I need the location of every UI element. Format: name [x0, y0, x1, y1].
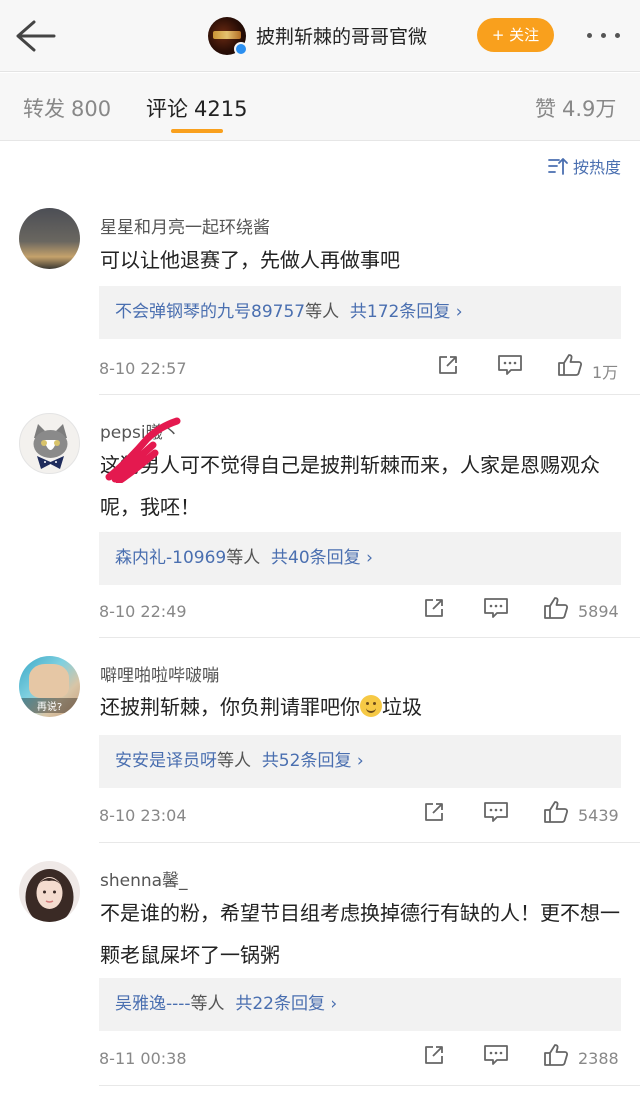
- comment-actions: 1万: [0, 353, 640, 383]
- sort-by-hot-button[interactable]: 按热度: [547, 154, 621, 178]
- share-icon[interactable]: [436, 353, 460, 377]
- reply-users: 不会弹钢琴的九号89757: [115, 302, 306, 322]
- comment-actions: 5894: [0, 596, 640, 626]
- active-tab-indicator: [171, 129, 223, 133]
- divider: [99, 637, 640, 638]
- comment-username[interactable]: 星星和月亮一起环绕酱: [100, 213, 270, 238]
- comment-text: 还披荆斩棘，你负荆请罪吧你 垃圾: [100, 695, 422, 719]
- avatar-caption: 再说?: [19, 698, 80, 713]
- comment-actions: 5439: [0, 800, 640, 830]
- cat-avatar-icon: [33, 424, 68, 469]
- comment-icon[interactable]: [483, 800, 509, 824]
- reply-count: 共52条回复 ›: [261, 751, 364, 771]
- share-icon[interactable]: [422, 800, 446, 824]
- reply-count: 共40条回复 ›: [271, 548, 373, 568]
- divider: [99, 1085, 640, 1086]
- reply-summary[interactable]: 不会弹钢琴的九号89757等人 共172条回复 ›: [99, 286, 621, 339]
- reply-summary[interactable]: 安安是译员呀等人 共52条回复 ›: [99, 735, 621, 788]
- reply-mid: 等人: [190, 994, 225, 1014]
- back-arrow-icon[interactable]: [14, 18, 56, 54]
- comment-username[interactable]: 噼哩啪啦哔啵嘣: [100, 661, 219, 686]
- user-avatar[interactable]: [19, 413, 80, 474]
- sort-bar: 按热度: [0, 142, 640, 190]
- like-count: 1万: [592, 363, 619, 382]
- verified-badge-icon: [234, 42, 248, 56]
- tab-likes[interactable]: 赞 4.9万: [535, 93, 616, 123]
- share-icon[interactable]: [422, 596, 446, 620]
- reply-mid: 等人: [226, 548, 261, 568]
- like-count: 5894: [578, 602, 619, 621]
- reply-users: 吴雅逸----: [115, 994, 191, 1014]
- reply-mid: 等人: [305, 302, 340, 322]
- reply-mid: 等人: [217, 751, 251, 771]
- smile-emoji-icon: [360, 695, 382, 717]
- user-avatar[interactable]: [19, 208, 80, 269]
- comment-actions: 2388: [0, 1043, 640, 1073]
- reply-summary[interactable]: 吴雅逸----等人 共22条回复 ›: [99, 978, 621, 1031]
- reply-count: 共172条回复 ›: [349, 302, 463, 322]
- account-name[interactable]: 披荆斩棘的哥哥官微: [256, 22, 427, 49]
- like-icon[interactable]: [543, 800, 569, 824]
- comment-icon[interactable]: [483, 1043, 509, 1067]
- reply-users: 安安是译员呀: [115, 751, 217, 771]
- follow-button[interactable]: + 关注: [477, 18, 554, 52]
- comment-username[interactable]: shenna馨_: [100, 866, 188, 891]
- top-bar: 披荆斩棘的哥哥官微 + 关注: [0, 0, 640, 72]
- more-options-icon[interactable]: [584, 25, 624, 45]
- tab-bar: 转发 800 评论 4215 赞 4.9万: [0, 73, 640, 141]
- like-count: 2388: [578, 1049, 619, 1068]
- comment-username[interactable]: pepsi曦丶: [100, 418, 180, 443]
- divider: [99, 842, 640, 843]
- comment-text: 可以让他退赛了，先做人再做事吧: [100, 248, 400, 272]
- reply-summary[interactable]: 森内礼-10969等人 共40条回复 ›: [99, 532, 621, 585]
- tab-comments[interactable]: 评论 4215: [146, 93, 247, 123]
- like-count: 5439: [578, 806, 619, 825]
- sort-icon: [548, 158, 568, 175]
- like-icon[interactable]: [543, 596, 569, 620]
- divider: [99, 394, 640, 395]
- sort-label: 按热度: [572, 158, 621, 177]
- user-avatar[interactable]: 再说?: [19, 656, 80, 717]
- like-icon[interactable]: [557, 353, 583, 377]
- comment-icon[interactable]: [497, 353, 523, 377]
- share-icon[interactable]: [422, 1043, 446, 1067]
- comment-icon[interactable]: [483, 596, 509, 620]
- reply-users: 森内礼-10969: [115, 548, 227, 568]
- user-avatar[interactable]: [19, 861, 80, 922]
- tab-reposts[interactable]: 转发 800: [23, 93, 111, 123]
- reply-count: 共22条回复 ›: [235, 994, 338, 1014]
- comment-text: 这狗男人可不觉得自己是披荆斩棘而来，人家是恩赐观众呢，我呸！: [100, 453, 600, 519]
- portrait-avatar-icon: [25, 869, 74, 922]
- like-icon[interactable]: [543, 1043, 569, 1067]
- comment-text: 不是谁的粉，希望节目组考虑换掉德行有缺的人！更不想一颗老鼠屎坏了一锅粥: [100, 901, 620, 967]
